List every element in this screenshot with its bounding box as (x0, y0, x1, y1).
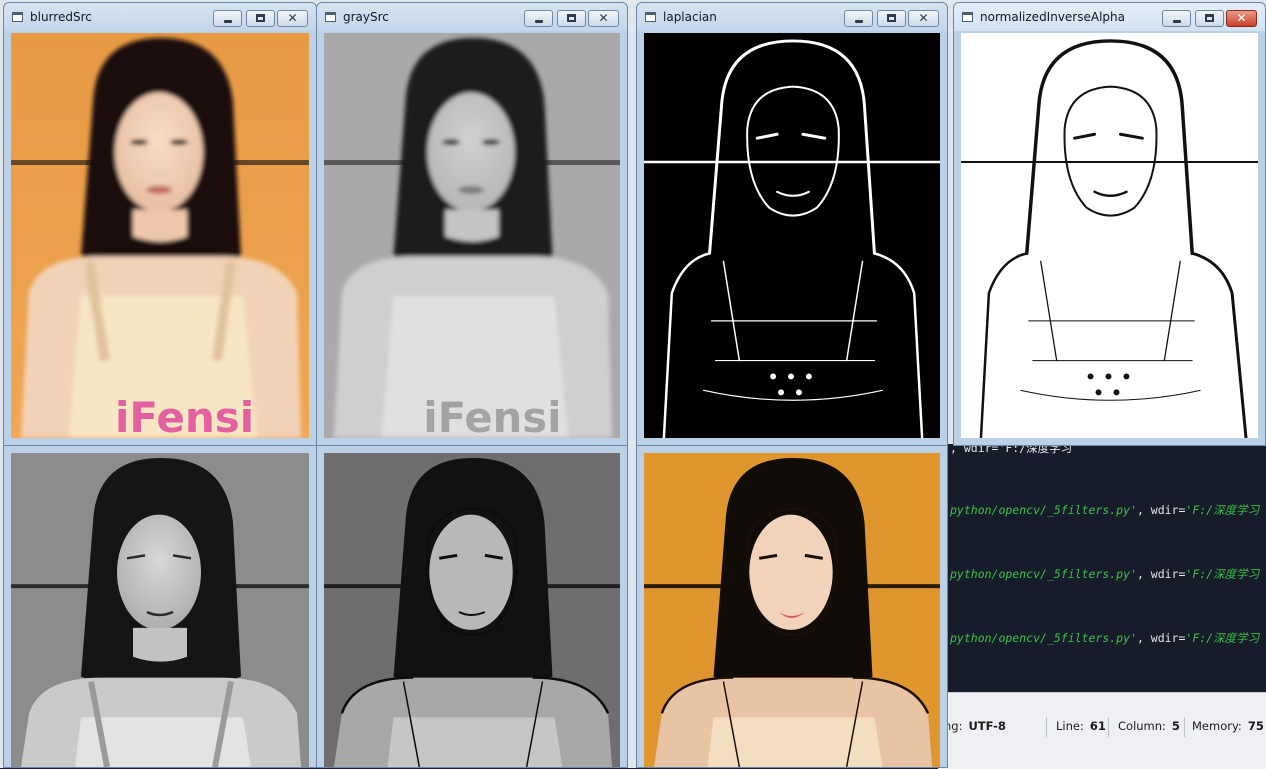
window-normalizedInverseAlpha[interactable]: normalizedInverseAlpha ✕ (953, 2, 1266, 446)
window-titlebar[interactable]: normalizedInverseAlpha ✕ (954, 3, 1265, 31)
maximize-icon (567, 14, 576, 22)
column-status: Column: 5 (1118, 719, 1180, 733)
close-icon: ✕ (918, 11, 929, 25)
console-path-text: python/opencv/_5filters.py' (950, 503, 1137, 517)
minimize-button[interactable] (213, 10, 242, 27)
maximize-icon (887, 14, 896, 22)
window-blurredSrc[interactable]: blurredSrc ✕ iFensi (3, 2, 317, 446)
line-value: 61 (1089, 719, 1106, 733)
window-bottom-color-stroked[interactable] (636, 445, 948, 768)
close-button[interactable]: ✕ (1226, 10, 1257, 27)
line-label: Line: (1056, 719, 1084, 733)
console-wdir-text: 'F:/深度学习 (1185, 503, 1260, 517)
console-wdir-text: 'F:/深度学习 (1185, 567, 1260, 581)
console-sep-text: , wdir= (1136, 567, 1186, 581)
image-view-blurred: iFensi (11, 33, 309, 438)
status-divider (1046, 717, 1047, 737)
minimize-button[interactable] (1162, 10, 1191, 27)
window-titlebar[interactable]: laplacian ✕ (637, 3, 947, 31)
gray-sharp-image (11, 453, 309, 767)
close-button[interactable]: ✕ (588, 10, 619, 27)
window-graySrc[interactable]: graySrc ✕ iFensi (316, 2, 628, 446)
ide-status-bar: ng: UTF-8 Line: 61 Column: 5 Memory: 75 (938, 692, 1266, 769)
console-line: python/opencv/_5filters.py', wdir='F:/深度… (950, 630, 1259, 646)
image-view-laplacian (644, 33, 940, 438)
window-title: laplacian (663, 10, 717, 24)
window-app-icon (325, 12, 336, 22)
minimize-icon (535, 20, 543, 23)
console-line: python/opencv/_5filters.py', wdir='F:/深度… (950, 502, 1259, 518)
console-path-text: python/opencv/_5filters.py' (950, 567, 1137, 581)
window-title: normalizedInverseAlpha (980, 10, 1125, 24)
memory-status: Memory: 75 (1192, 719, 1264, 733)
ide-console[interactable]: , wdir='F:/深度学习 python/opencv/_5filters.… (938, 444, 1266, 692)
image-view-gray: iFensi (324, 33, 620, 438)
console-line: python/opencv/_5filters.py', wdir='F:/深度… (950, 566, 1259, 582)
image-view-stroked-color (644, 453, 940, 767)
console-wdir-text: 'F:/深度学习 (1185, 631, 1260, 645)
status-divider (1184, 717, 1185, 737)
minimize-button[interactable] (844, 10, 873, 27)
column-value: 5 (1171, 719, 1180, 733)
watermark-text: iFensi (423, 393, 561, 438)
console-sep-text: , wdir= (1136, 503, 1186, 517)
maximize-button[interactable] (557, 10, 586, 27)
desktop: , wdir='F:/深度学习 python/opencv/_5filters.… (0, 0, 1266, 769)
window-titlebar[interactable]: graySrc ✕ (317, 3, 627, 31)
window-app-icon (962, 12, 973, 22)
close-icon: ✕ (287, 11, 298, 25)
window-app-icon (645, 12, 656, 22)
encoding-status: ng: UTF-8 (944, 719, 1006, 733)
maximize-button[interactable] (1195, 10, 1224, 27)
maximize-button[interactable] (246, 10, 275, 27)
close-icon: ✕ (1236, 11, 1247, 25)
close-icon: ✕ (598, 11, 609, 25)
window-titlebar[interactable]: blurredSrc ✕ (4, 3, 316, 31)
watermark-text: iFensi (115, 393, 254, 438)
close-button[interactable]: ✕ (908, 10, 939, 27)
image-view-inverse-alpha (961, 33, 1258, 438)
line-status: Line: 61 (1056, 719, 1106, 733)
window-app-icon (12, 12, 23, 22)
maximize-icon (1205, 14, 1214, 22)
status-divider (1108, 717, 1109, 737)
minimize-icon (1173, 20, 1181, 23)
maximize-button[interactable] (877, 10, 906, 27)
column-label: Column: (1118, 719, 1166, 733)
image-view-stroked-gray (324, 453, 620, 767)
inverse-alpha-image (961, 33, 1258, 438)
close-button[interactable]: ✕ (277, 10, 308, 27)
window-bottom-stroked[interactable] (316, 445, 628, 768)
window-title: blurredSrc (30, 10, 92, 24)
minimize-icon (855, 20, 863, 23)
window-laplacian[interactable]: laplacian ✕ (636, 2, 948, 446)
memory-value: 75 (1247, 719, 1264, 733)
window-title: graySrc (343, 10, 389, 24)
console-sep-text: , wdir= (1136, 631, 1186, 645)
console-path-text: python/opencv/_5filters.py' (950, 631, 1137, 645)
blurred-image: iFensi (11, 33, 309, 438)
stroked-gray-image (324, 453, 620, 767)
gray-image: iFensi (324, 33, 620, 438)
window-bottom-gray[interactable] (3, 445, 317, 768)
laplacian-image (644, 33, 940, 438)
stroked-color-image (644, 453, 940, 767)
image-view-gray-sharp (11, 453, 309, 767)
maximize-icon (256, 14, 265, 22)
minimize-icon (224, 20, 232, 23)
memory-label: Memory: (1192, 719, 1242, 733)
minimize-button[interactable] (524, 10, 553, 27)
encoding-value: UTF-8 (968, 719, 1006, 733)
